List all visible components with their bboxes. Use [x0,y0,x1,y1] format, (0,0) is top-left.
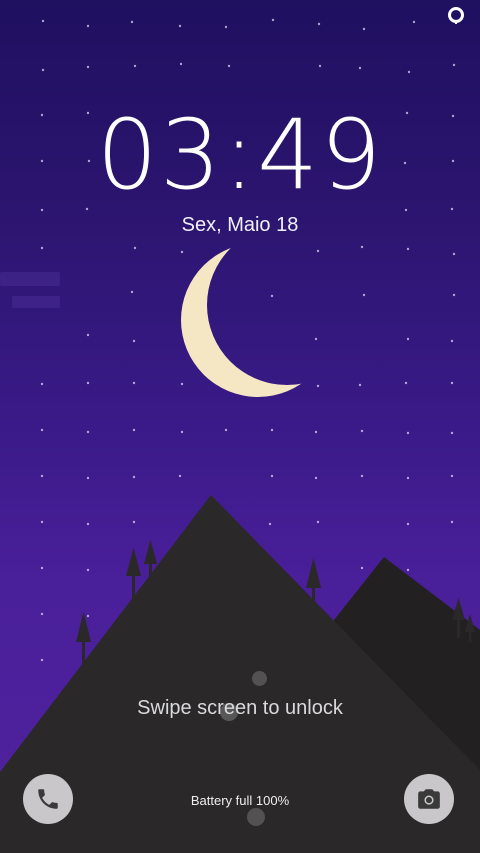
camera-shortcut-button[interactable] [404,774,454,824]
phone-icon [38,789,58,809]
swipe-indicator-dot [252,671,267,686]
camera-icon [418,789,440,809]
mountain-landscape [0,495,480,853]
phone-shortcut-button[interactable] [23,774,73,824]
lock-screen[interactable]: 03:49 Sex, Maio 18 Swipe screen to unloc… [0,0,480,853]
unlock-hint: Swipe screen to unlock [137,697,343,719]
swipe-indicator-dot [247,808,265,826]
